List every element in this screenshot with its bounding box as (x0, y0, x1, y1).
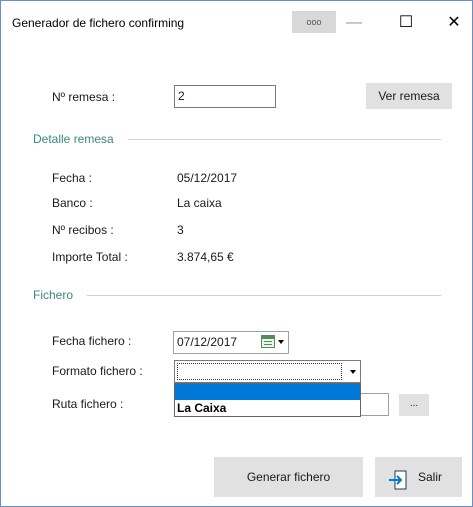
remesa-input-value: 2 (178, 89, 185, 103)
fecha-fichero-value: 07/12/2017 (177, 335, 238, 349)
fecha-value: 05/12/2017 (177, 171, 238, 185)
fecha-label: Fecha : (52, 171, 93, 185)
formato-dropdown-list: La Caixa (174, 383, 361, 417)
formato-fichero-label: Formato fichero : (52, 364, 143, 378)
remesa-label: Nº remesa : (52, 90, 116, 104)
title-bar: Generador de fichero confirming ooo — ☐ … (1, 1, 472, 41)
salir-label: Salir (418, 470, 443, 484)
focus-outline (177, 363, 342, 380)
fecha-fichero-picker[interactable]: 07/12/2017 (173, 331, 289, 354)
recibos-label: Nº recibos : (52, 223, 114, 237)
dropdown-option-empty[interactable] (175, 384, 360, 400)
app-window: Generador de fichero confirming ooo — ☐ … (0, 0, 473, 507)
generar-fichero-button[interactable]: Generar fichero (214, 457, 363, 497)
dropdown-option-la-caixa-label: La Caixa (177, 401, 227, 415)
dropdown-option-la-caixa[interactable]: La Caixa (177, 401, 360, 416)
recibos-value: 3 (177, 223, 184, 237)
salir-button[interactable]: Salir (375, 457, 462, 497)
banco-value: La caixa (177, 196, 222, 210)
chevron-down-icon[interactable] (278, 340, 284, 344)
options-button[interactable]: ooo (292, 11, 336, 33)
calendar-icon[interactable] (261, 335, 275, 348)
formato-fichero-select[interactable] (174, 360, 361, 383)
fichero-section-title: Fichero (33, 288, 74, 302)
exit-icon (389, 467, 407, 490)
browse-button[interactable]: ... (399, 394, 429, 416)
maximize-button[interactable]: ☐ (383, 9, 429, 37)
ver-remesa-button[interactable]: Ver remesa (366, 83, 452, 109)
importe-label: Importe Total : (52, 250, 128, 264)
ruta-fichero-label: Ruta fichero : (52, 397, 124, 411)
fecha-fichero-label: Fecha fichero : (52, 334, 132, 348)
banco-label: Banco : (52, 196, 93, 210)
fichero-divider (87, 295, 441, 296)
detalle-divider (128, 139, 441, 140)
remesa-input[interactable]: 2 (174, 85, 276, 108)
window-title: Generador de fichero confirming (12, 16, 185, 30)
minimize-button[interactable]: — (331, 9, 377, 37)
detalle-section-title: Detalle remesa (33, 132, 114, 146)
close-button[interactable]: ✕ (431, 9, 473, 37)
chevron-down-icon[interactable] (350, 370, 356, 374)
importe-value: 3.874,65 € (177, 250, 234, 264)
